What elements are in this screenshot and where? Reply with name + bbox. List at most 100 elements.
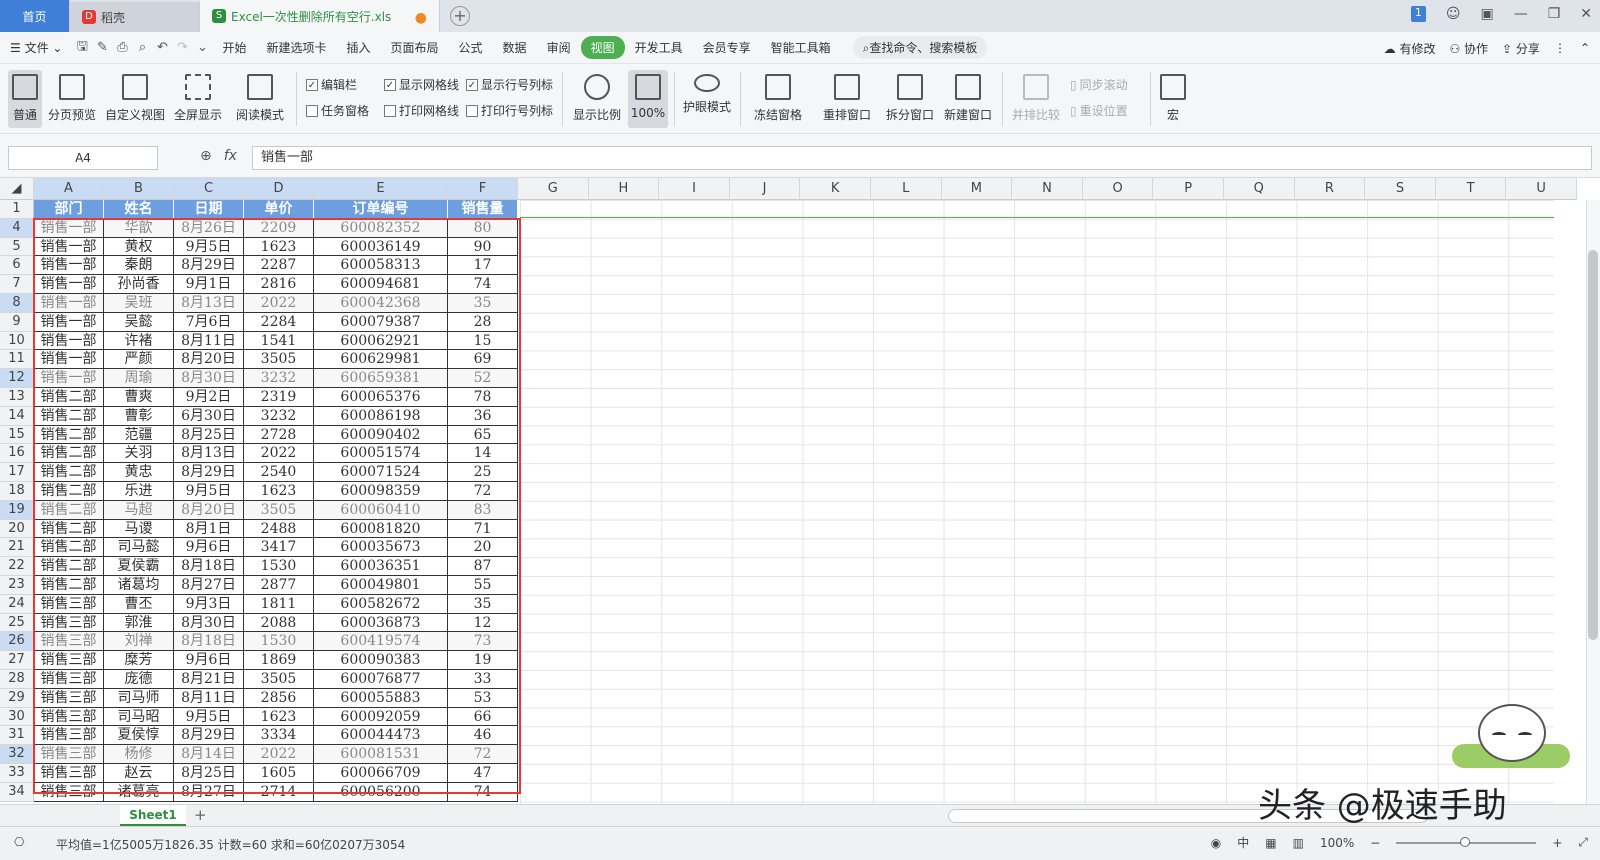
avatar[interactable]: ☺ bbox=[1446, 6, 1461, 22]
save-icon[interactable]: 🖫 bbox=[72, 37, 92, 59]
mascot-icon[interactable] bbox=[1478, 704, 1546, 762]
checkbox-task-pane[interactable]: 任务窗格 bbox=[306, 102, 369, 119]
print-icon[interactable]: ⎙ bbox=[112, 40, 132, 55]
zoom-out-button[interactable]: − bbox=[1370, 836, 1380, 850]
format-painter-icon[interactable]: ✎ bbox=[92, 40, 112, 55]
row-header[interactable]: 25 bbox=[0, 613, 34, 633]
zoom-button[interactable]: 显示比例 bbox=[570, 70, 624, 128]
row-header[interactable]: 16 bbox=[0, 444, 34, 464]
restore-icon[interactable]: ❐ bbox=[1548, 6, 1561, 22]
undo-icon[interactable]: ↶ bbox=[152, 40, 172, 55]
vertical-scroll-thumb[interactable] bbox=[1588, 250, 1598, 640]
menu-item-review[interactable]: 审阅 bbox=[537, 39, 581, 56]
fit-window-icon[interactable]: ⤢ bbox=[1578, 835, 1588, 850]
menu-item-view[interactable]: 视图 bbox=[580, 36, 625, 59]
column-title-cell[interactable]: 日期 bbox=[174, 200, 244, 219]
page-view-icon[interactable]: ▥ bbox=[1293, 836, 1304, 850]
row-header[interactable]: 26 bbox=[0, 632, 34, 652]
full-screen-button[interactable]: 全屏显示 bbox=[172, 70, 224, 128]
more-icon[interactable]: ⋮ bbox=[1554, 41, 1566, 55]
empty-cells[interactable] bbox=[520, 200, 1554, 804]
collapse-ribbon-icon[interactable]: ⌃ bbox=[1580, 41, 1590, 55]
row-header[interactable]: 33 bbox=[0, 764, 34, 783]
page-break-preview-button[interactable]: 分页预览 bbox=[46, 70, 98, 128]
redo-icon[interactable]: ↷ bbox=[172, 40, 192, 55]
row-header[interactable]: 21 bbox=[0, 538, 34, 558]
menu-item-data[interactable]: 数据 bbox=[493, 39, 537, 56]
row-header[interactable]: 28 bbox=[0, 670, 34, 689]
zoom-100-button[interactable]: 100% bbox=[628, 70, 668, 128]
row-header[interactable]: 22 bbox=[0, 557, 34, 576]
notification-badge[interactable]: 1 bbox=[1410, 6, 1426, 22]
formula-input[interactable]: 销售一部 bbox=[252, 146, 1592, 170]
column-header-n[interactable]: N bbox=[1012, 178, 1083, 200]
checkbox-show-gridlines[interactable]: ✓ 显示网格线 bbox=[384, 76, 459, 93]
row-header[interactable]: 1 bbox=[0, 200, 34, 219]
freeze-panes-button[interactable]: 冻结窗格 bbox=[748, 70, 808, 128]
side-by-side-button[interactable]: 并排比较 bbox=[1010, 70, 1062, 128]
column-header-m[interactable]: M bbox=[941, 178, 1013, 200]
column-header-k[interactable]: K bbox=[800, 178, 871, 200]
skin-icon[interactable]: ▣ bbox=[1480, 6, 1493, 22]
row-header[interactable]: 30 bbox=[0, 707, 34, 727]
row-header[interactable]: 32 bbox=[0, 745, 34, 764]
select-all-corner[interactable]: ◢ bbox=[0, 178, 34, 200]
arrange-window-button[interactable]: 重排窗口 bbox=[816, 70, 878, 128]
split-window-button[interactable]: 拆分窗口 bbox=[884, 70, 936, 128]
reading-mode-button[interactable]: 阅读模式 bbox=[230, 70, 290, 128]
column-header-e[interactable]: E bbox=[314, 178, 448, 200]
row-header[interactable]: 12 bbox=[0, 369, 34, 388]
row-header[interactable]: 24 bbox=[0, 594, 34, 614]
menu-item-start[interactable]: 开始 bbox=[212, 39, 256, 56]
column-header-h[interactable]: H bbox=[588, 178, 660, 200]
column-header-o[interactable]: O bbox=[1082, 178, 1154, 200]
tab-file[interactable]: S Excel一次性删除所有空行.xls ● bbox=[200, 0, 440, 32]
customize-chevron-icon[interactable]: ⌄ bbox=[192, 40, 212, 55]
row-header[interactable]: 5 bbox=[0, 237, 34, 257]
row-header[interactable]: 19 bbox=[0, 500, 34, 520]
row-header[interactable]: 10 bbox=[0, 331, 34, 351]
column-header-s[interactable]: S bbox=[1365, 178, 1436, 200]
row-header[interactable]: 18 bbox=[0, 482, 34, 501]
checkbox-print-gridlines[interactable]: 打印网格线 bbox=[384, 102, 459, 119]
menu-item-insert[interactable]: 插入 bbox=[337, 39, 381, 56]
fx-icon[interactable]: fx bbox=[224, 148, 237, 164]
print-preview-icon[interactable]: ⌕ bbox=[132, 40, 152, 55]
column-title-cell[interactable]: 销售量 bbox=[448, 200, 518, 219]
row-header[interactable]: 31 bbox=[0, 726, 34, 746]
row-header[interactable]: 17 bbox=[0, 463, 34, 482]
column-header-t[interactable]: T bbox=[1435, 178, 1507, 200]
menu-item-page-layout[interactable]: 页面布局 bbox=[381, 39, 449, 56]
zoom-slider-knob[interactable] bbox=[1460, 836, 1471, 847]
column-title-cell[interactable]: 部门 bbox=[34, 200, 104, 219]
zoom-slider[interactable] bbox=[1396, 836, 1537, 847]
column-title-cell[interactable]: 单价 bbox=[244, 200, 314, 219]
checkbox-show-headings[interactable]: ✓ 显示行号列标 bbox=[466, 76, 553, 93]
column-header-a[interactable]: A bbox=[34, 178, 104, 200]
menu-item-developer[interactable]: 开发工具 bbox=[625, 39, 693, 56]
column-title-cell[interactable]: 订单编号 bbox=[314, 200, 448, 219]
menu-item-member[interactable]: 会员专享 bbox=[693, 39, 761, 56]
normal-view-button[interactable]: 普通 bbox=[8, 70, 42, 128]
tab-home[interactable]: 首页 bbox=[0, 0, 70, 32]
column-header-b[interactable]: B bbox=[104, 178, 174, 200]
column-header-p[interactable]: P bbox=[1153, 178, 1224, 200]
reset-position-button[interactable]: ▯ 重设位置 bbox=[1070, 102, 1128, 119]
row-header[interactable]: 4 bbox=[0, 218, 34, 238]
column-header-i[interactable]: I bbox=[659, 178, 730, 200]
menu-item-formula[interactable]: 公式 bbox=[449, 39, 493, 56]
macro-button[interactable]: 宏 bbox=[1158, 70, 1188, 128]
custom-view-button[interactable]: 自定义视图 bbox=[104, 70, 166, 128]
column-header-r[interactable]: R bbox=[1294, 178, 1366, 200]
zoom-in-button[interactable]: + bbox=[1552, 836, 1562, 850]
menu-item-new-tab[interactable]: 新建选项卡 bbox=[256, 39, 336, 56]
row-header[interactable]: 14 bbox=[0, 406, 34, 426]
column-header-u[interactable]: U bbox=[1506, 178, 1577, 200]
column-title-cell[interactable]: 姓名 bbox=[104, 200, 174, 219]
zoom-level[interactable]: 100% bbox=[1320, 836, 1354, 850]
row-header[interactable]: 29 bbox=[0, 688, 34, 708]
sync-scroll-button[interactable]: ▯ 同步滚动 bbox=[1070, 76, 1128, 93]
row-header[interactable]: 8 bbox=[0, 294, 34, 313]
language-indicator[interactable]: 中 bbox=[1237, 834, 1249, 851]
close-icon[interactable]: ✕ bbox=[1580, 6, 1592, 22]
